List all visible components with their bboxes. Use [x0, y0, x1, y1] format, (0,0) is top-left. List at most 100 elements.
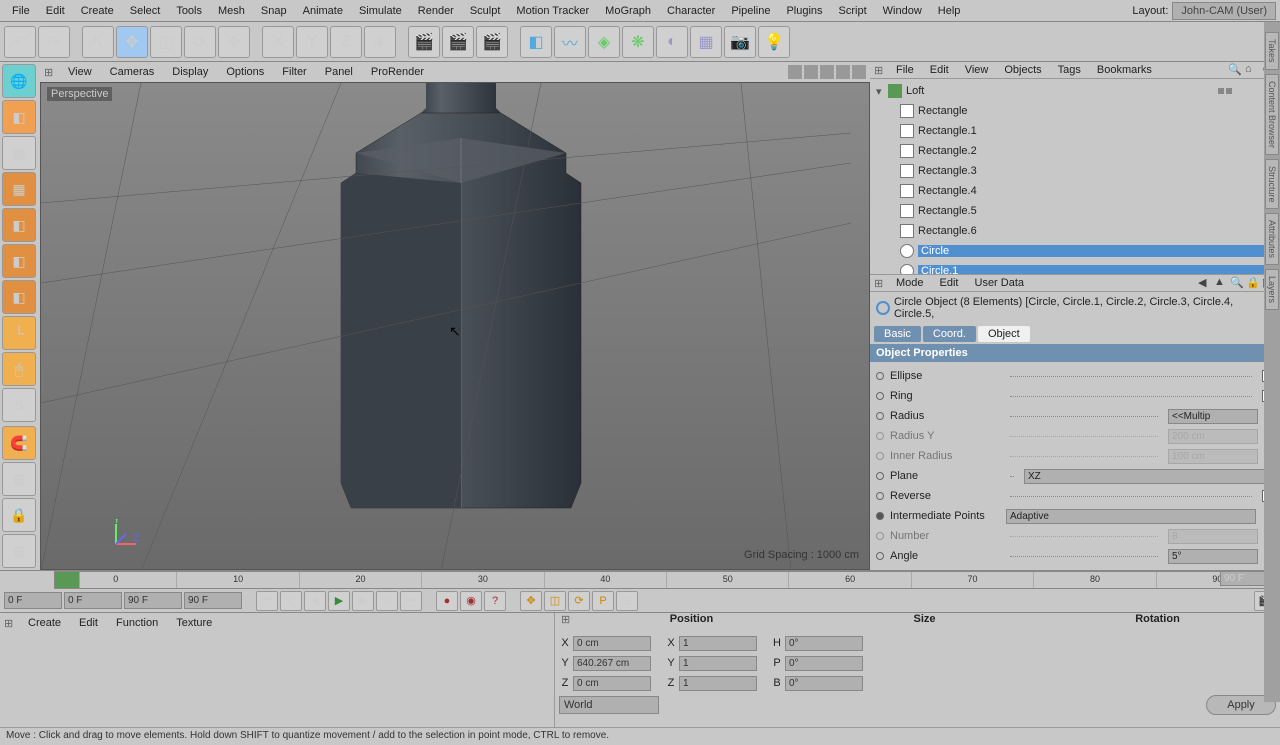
pos-Z[interactable]: 0 cm [573, 676, 651, 691]
deformer-tool[interactable]: ❋ [622, 26, 654, 58]
vp-filter[interactable]: Filter [274, 64, 314, 80]
timeline-ruler[interactable]: 0102030405060708090 [54, 571, 1280, 589]
rot-H[interactable]: 0° [785, 636, 863, 651]
mat-texture[interactable]: Texture [168, 615, 220, 631]
attr-back-icon[interactable]: ◀ [1198, 276, 1212, 290]
y-axis-lock[interactable]: Y [296, 26, 328, 58]
om-view[interactable]: View [957, 62, 997, 78]
render-view[interactable]: 🎬 [408, 26, 440, 58]
menu-render[interactable]: Render [410, 2, 462, 20]
om-item-1[interactable]: Rectangle.1 [872, 121, 1278, 141]
menu-select[interactable]: Select [122, 2, 169, 20]
environment-tool[interactable]: ◐ [656, 26, 688, 58]
mat-function[interactable]: Function [108, 615, 166, 631]
menu-sculpt[interactable]: Sculpt [462, 2, 509, 20]
prev-key[interactable]: ↶ [280, 591, 302, 611]
mat-edit[interactable]: Edit [71, 615, 106, 631]
tl-start-field[interactable]: 0 F [4, 592, 62, 609]
coord-system[interactable]: ◈ [364, 26, 396, 58]
pos-Y[interactable]: 640.267 cm [573, 656, 651, 671]
3d-viewport[interactable]: Perspective [40, 82, 870, 570]
menu-animate[interactable]: Animate [295, 2, 351, 20]
vp-icon-2[interactable] [804, 65, 818, 79]
vp-icon-5[interactable] [852, 65, 866, 79]
kf-param[interactable]: P [592, 591, 614, 611]
menu-snap[interactable]: Snap [253, 2, 295, 20]
recent-tool[interactable]: ✥ [218, 26, 250, 58]
plane-dropdown[interactable]: XZ [1024, 469, 1274, 484]
polygon-mode[interactable]: ◧ [2, 280, 36, 314]
size-X[interactable]: 1 [679, 636, 757, 651]
goto-start[interactable]: ⏮ [256, 591, 278, 611]
menu-edit[interactable]: Edit [38, 2, 73, 20]
z-axis-lock[interactable]: Z [330, 26, 362, 58]
vp-view[interactable]: View [60, 64, 100, 80]
om-file[interactable]: File [888, 62, 922, 78]
om-item-6[interactable]: Rectangle.6 [872, 221, 1278, 241]
select-tool[interactable]: ↖ [82, 26, 114, 58]
kf-scale[interactable]: ◫ [544, 591, 566, 611]
rotate-tool[interactable]: ⟳ [184, 26, 216, 58]
menu-motion[interactable]: Motion Tracker [508, 2, 597, 20]
menu-simulate[interactable]: Simulate [351, 2, 410, 20]
om-edit[interactable]: Edit [922, 62, 957, 78]
x-axis-lock[interactable]: X [262, 26, 294, 58]
vp-options[interactable]: Options [218, 64, 272, 80]
kf-pla[interactable]: ⊞ [616, 591, 638, 611]
vp-prorender[interactable]: ProRender [363, 64, 432, 80]
vp-cameras[interactable]: Cameras [102, 64, 163, 80]
axis-mode[interactable]: └ [2, 316, 36, 350]
om-item-5[interactable]: Rectangle.5 [872, 201, 1278, 221]
om-item-2[interactable]: Rectangle.2 [872, 141, 1278, 161]
keyframe-sel[interactable]: ? [484, 591, 506, 611]
size-Z[interactable]: 1 [679, 676, 757, 691]
vp-icon-3[interactable] [820, 65, 834, 79]
render-settings[interactable]: 🎬 [476, 26, 508, 58]
next-key[interactable]: ↷ [376, 591, 398, 611]
attr-edit[interactable]: Edit [932, 275, 967, 291]
attr-search-icon[interactable]: 🔍 [1230, 276, 1244, 290]
make-editable[interactable]: 🌐 [2, 64, 36, 98]
om-item-8[interactable]: Circle.1 [872, 261, 1278, 274]
attr-up-icon[interactable]: ▲ [1214, 276, 1228, 290]
record-button[interactable]: ● [436, 591, 458, 611]
coord-world-dropdown[interactable]: World [559, 696, 659, 714]
attr-userdata[interactable]: User Data [967, 275, 1033, 291]
tab-coord[interactable]: Coord. [923, 326, 976, 342]
menu-help[interactable]: Help [930, 2, 969, 20]
menu-character[interactable]: Character [659, 2, 723, 20]
snap-mode[interactable]: S [2, 388, 36, 422]
play-button[interactable]: ▶ [328, 591, 350, 611]
tweak-mode[interactable]: 🖱 [2, 352, 36, 386]
locked-workplane[interactable]: 🔒 [2, 498, 36, 532]
om-objects[interactable]: Objects [996, 62, 1049, 78]
model-mode[interactable]: ◧ [2, 100, 36, 134]
tl-end-field[interactable]: 90 F [124, 592, 182, 609]
point-mode[interactable]: ◧ [2, 208, 36, 242]
menu-tools[interactable]: Tools [168, 2, 210, 20]
tab-object[interactable]: Object [978, 326, 1030, 342]
interp-dropdown[interactable]: Adaptive [1006, 509, 1256, 524]
generator-tool[interactable]: ◈ [588, 26, 620, 58]
mat-create[interactable]: Create [20, 615, 69, 631]
spline-tool[interactable]: 〰 [554, 26, 586, 58]
menu-file[interactable]: File [4, 2, 38, 20]
tl-cur-field[interactable]: 0 F [64, 592, 122, 609]
primitive-cube[interactable]: ◧ [520, 26, 552, 58]
scale-tool[interactable]: ◫ [150, 26, 182, 58]
menu-mesh[interactable]: Mesh [210, 2, 253, 20]
edge-mode[interactable]: ◧ [2, 244, 36, 278]
vp-icon-1[interactable] [788, 65, 802, 79]
magnet-snap[interactable]: 🧲 [2, 426, 36, 460]
layout-dropdown[interactable]: John-CAM (User) [1172, 2, 1276, 20]
render-region[interactable]: 🎬 [442, 26, 474, 58]
om-item-4[interactable]: Rectangle.4 [872, 181, 1278, 201]
sidebar-tab-Structure[interactable]: Structure [1265, 159, 1279, 210]
kf-rot[interactable]: ⟳ [568, 591, 590, 611]
workplane-snap[interactable]: ▦ [2, 462, 36, 496]
om-tags[interactable]: Tags [1050, 62, 1089, 78]
om-item-0[interactable]: Rectangle [872, 101, 1278, 121]
menu-plugins[interactable]: Plugins [778, 2, 830, 20]
pos-X[interactable]: 0 cm [573, 636, 651, 651]
menu-script[interactable]: Script [831, 2, 875, 20]
